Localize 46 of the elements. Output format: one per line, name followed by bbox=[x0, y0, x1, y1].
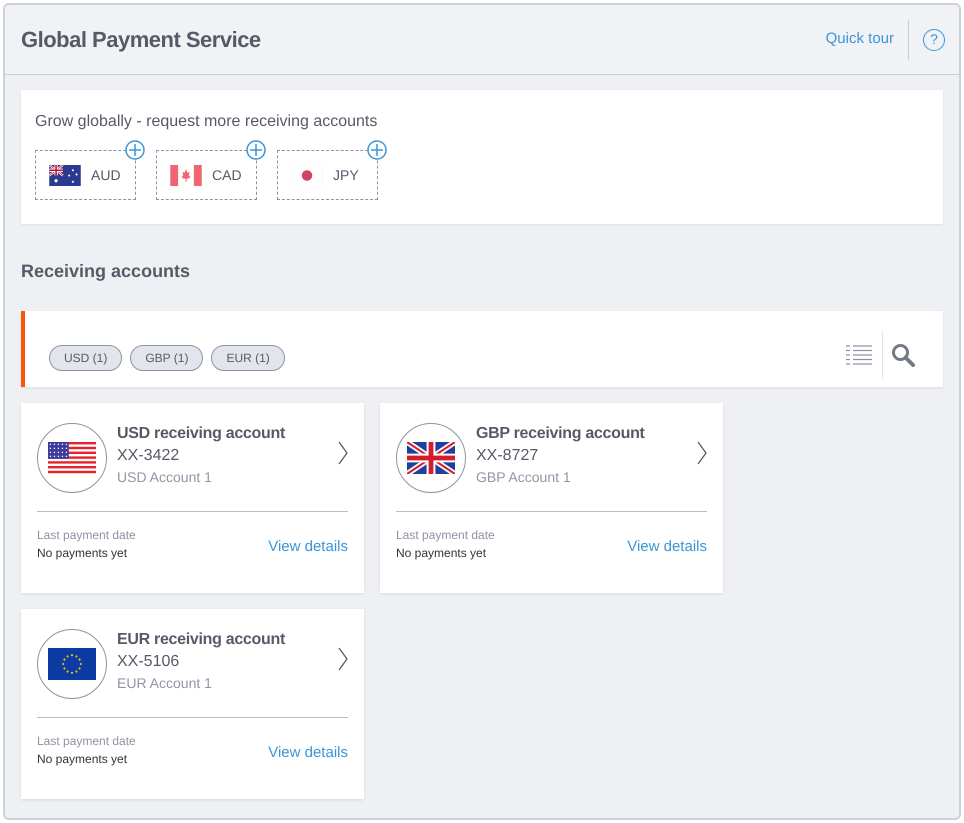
filter-chip[interactable]: USD (1) bbox=[49, 345, 122, 371]
currency-request-tile[interactable]: JPY bbox=[277, 150, 378, 200]
last-payment-value: No payments yet bbox=[37, 751, 128, 768]
currency-request-tile[interactable]: AUD bbox=[35, 150, 136, 200]
currency-code: AUD bbox=[91, 166, 121, 184]
account-title: EUR receiving account bbox=[117, 630, 286, 650]
flag-icon bbox=[48, 442, 96, 474]
flag-icon bbox=[291, 164, 323, 186]
search-icon[interactable] bbox=[891, 343, 915, 367]
account-name: EUR Account 1 bbox=[117, 674, 213, 694]
currency-code: CAD bbox=[212, 166, 242, 184]
flag-icon bbox=[170, 164, 202, 186]
add-icon[interactable] bbox=[125, 140, 145, 160]
last-payment-value: No payments yet bbox=[37, 545, 128, 562]
account-title: USD receiving account bbox=[117, 424, 286, 444]
account-title: GBP receiving account bbox=[476, 424, 646, 444]
currency-code: JPY bbox=[333, 166, 359, 184]
chevron-right-icon[interactable] bbox=[338, 441, 348, 465]
quick-tour-link[interactable]: Quick tour bbox=[826, 20, 909, 60]
last-payment-value: No payments yet bbox=[396, 545, 488, 562]
filter-chip[interactable]: GBP (1) bbox=[130, 345, 204, 371]
account-name: USD Account 1 bbox=[117, 468, 213, 488]
list-view-icon[interactable] bbox=[846, 345, 872, 365]
chevron-right-icon[interactable] bbox=[338, 647, 348, 671]
section-title: Receiving accounts bbox=[21, 260, 192, 283]
view-details-link[interactable]: View details bbox=[268, 742, 348, 764]
view-details-link[interactable]: View details bbox=[627, 536, 707, 558]
account-number: XX-3422 bbox=[117, 446, 180, 466]
account-number: XX-8727 bbox=[476, 446, 540, 466]
add-icon[interactable] bbox=[246, 140, 266, 160]
last-payment-label: Last payment date bbox=[396, 527, 495, 544]
flag-icon bbox=[49, 164, 81, 186]
last-payment-label: Last payment date bbox=[37, 527, 136, 544]
currency-request-tile[interactable]: CAD bbox=[156, 150, 257, 200]
account-number: XX-5106 bbox=[117, 652, 180, 672]
view-details-link[interactable]: View details bbox=[268, 536, 348, 558]
flag-icon bbox=[48, 648, 96, 680]
help-button[interactable]: ? bbox=[923, 28, 945, 50]
flag-icon bbox=[407, 442, 455, 474]
page-title: Global Payment Service bbox=[21, 26, 261, 54]
account-name: GBP Account 1 bbox=[476, 468, 572, 488]
promo-text: Grow globally - request more receiving accounts bbox=[35, 112, 378, 132]
add-icon[interactable] bbox=[367, 140, 387, 160]
last-payment-label: Last payment date bbox=[37, 733, 136, 750]
filter-chip[interactable]: EUR (1) bbox=[211, 345, 285, 371]
chevron-right-icon[interactable] bbox=[697, 441, 707, 465]
